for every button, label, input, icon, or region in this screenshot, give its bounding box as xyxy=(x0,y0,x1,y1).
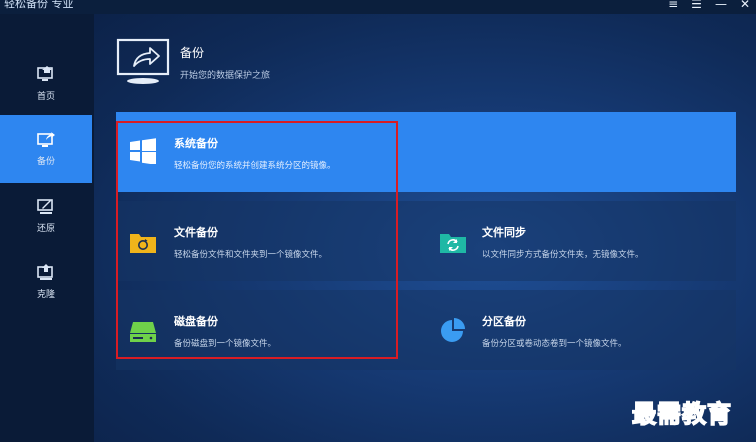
disk-row: 磁盘备份 备份磁盘到一个镜像文件。 分区备份 备份分区或卷动态卷到一个镜像文件。 xyxy=(116,290,736,370)
sidebar: 首页 备份 还原 克隆 xyxy=(0,14,94,442)
restore-monitor-icon xyxy=(37,199,53,214)
file-backup-title: 文件备份 xyxy=(174,226,218,239)
sidebar-item-label: 还原 xyxy=(36,224,55,234)
backup-monitor-icon xyxy=(37,132,55,147)
page-title: 备份 xyxy=(180,46,205,60)
window-title: 轻松备份 专业 xyxy=(4,0,74,10)
partition-backup-desc: 备份分区或卷动态卷到一个镜像文件。 xyxy=(482,339,627,349)
sidebar-item-restore[interactable]: 还原 xyxy=(0,196,92,264)
main-content: 备份 开始您的数据保护之旅 系统备份 轻松备份您的系统并创建系统分区的镜像。 文… xyxy=(94,14,756,442)
sidebar-item-backup[interactable]: 备份 xyxy=(0,115,92,183)
folder-sync-icon xyxy=(440,234,466,253)
file-sync-card[interactable]: 文件同步 以文件同步方式备份文件夹，无镜像文件。 xyxy=(426,201,736,281)
sidebar-item-label: 克隆 xyxy=(36,290,55,300)
sidebar-item-clone[interactable]: 克隆 xyxy=(0,262,92,330)
disk-backup-card[interactable]: 磁盘备份 备份磁盘到一个镜像文件。 xyxy=(116,290,420,370)
disk-backup-title: 磁盘备份 xyxy=(174,315,218,328)
clone-monitor-icon xyxy=(37,264,53,280)
home-monitor-icon xyxy=(37,66,53,81)
page-subtitle: 开始您的数据保护之旅 xyxy=(180,71,271,81)
monitor-share-icon xyxy=(116,38,170,84)
sidebar-item-home[interactable]: 首页 xyxy=(0,52,92,120)
watermark: 最需教育 xyxy=(631,398,732,429)
file-backup-card[interactable]: 文件备份 轻松备份文件和文件夹到一个镜像文件。 xyxy=(116,201,420,281)
minimize-button[interactable]: — xyxy=(715,0,727,10)
sidebar-item-label: 首页 xyxy=(36,92,55,102)
pie-chart-icon xyxy=(441,318,465,342)
partition-backup-card[interactable]: 分区备份 备份分区或卷动态卷到一个镜像文件。 xyxy=(426,290,736,370)
title-bar: 轻松备份 专业 ≡ ☰ — ✕ xyxy=(0,0,756,14)
close-button[interactable]: ✕ xyxy=(740,0,750,10)
disk-drive-icon xyxy=(130,322,156,342)
system-backup-card[interactable]: 系统备份 轻松备份您的系统并创建系统分区的镜像。 xyxy=(116,112,736,192)
folder-refresh-icon xyxy=(130,234,156,253)
file-sync-title: 文件同步 xyxy=(482,226,526,239)
account-icon[interactable]: ≡ xyxy=(668,0,678,10)
menu-icon[interactable]: ☰ xyxy=(691,0,702,10)
file-sync-desc: 以文件同步方式备份文件夹，无镜像文件。 xyxy=(482,250,644,260)
window-controls: ≡ ☰ — ✕ xyxy=(668,0,750,10)
disk-backup-desc: 备份磁盘到一个镜像文件。 xyxy=(174,339,277,349)
system-backup-desc: 轻松备份您的系统并创建系统分区的镜像。 xyxy=(174,161,336,171)
sidebar-item-label: 备份 xyxy=(36,157,55,167)
file-row: 文件备份 轻松备份文件和文件夹到一个镜像文件。 文件同步 以文件同步方式备份文件… xyxy=(116,201,736,281)
file-backup-desc: 轻松备份文件和文件夹到一个镜像文件。 xyxy=(174,250,328,260)
partition-backup-title: 分区备份 xyxy=(482,315,526,328)
system-backup-title: 系统备份 xyxy=(174,137,218,150)
